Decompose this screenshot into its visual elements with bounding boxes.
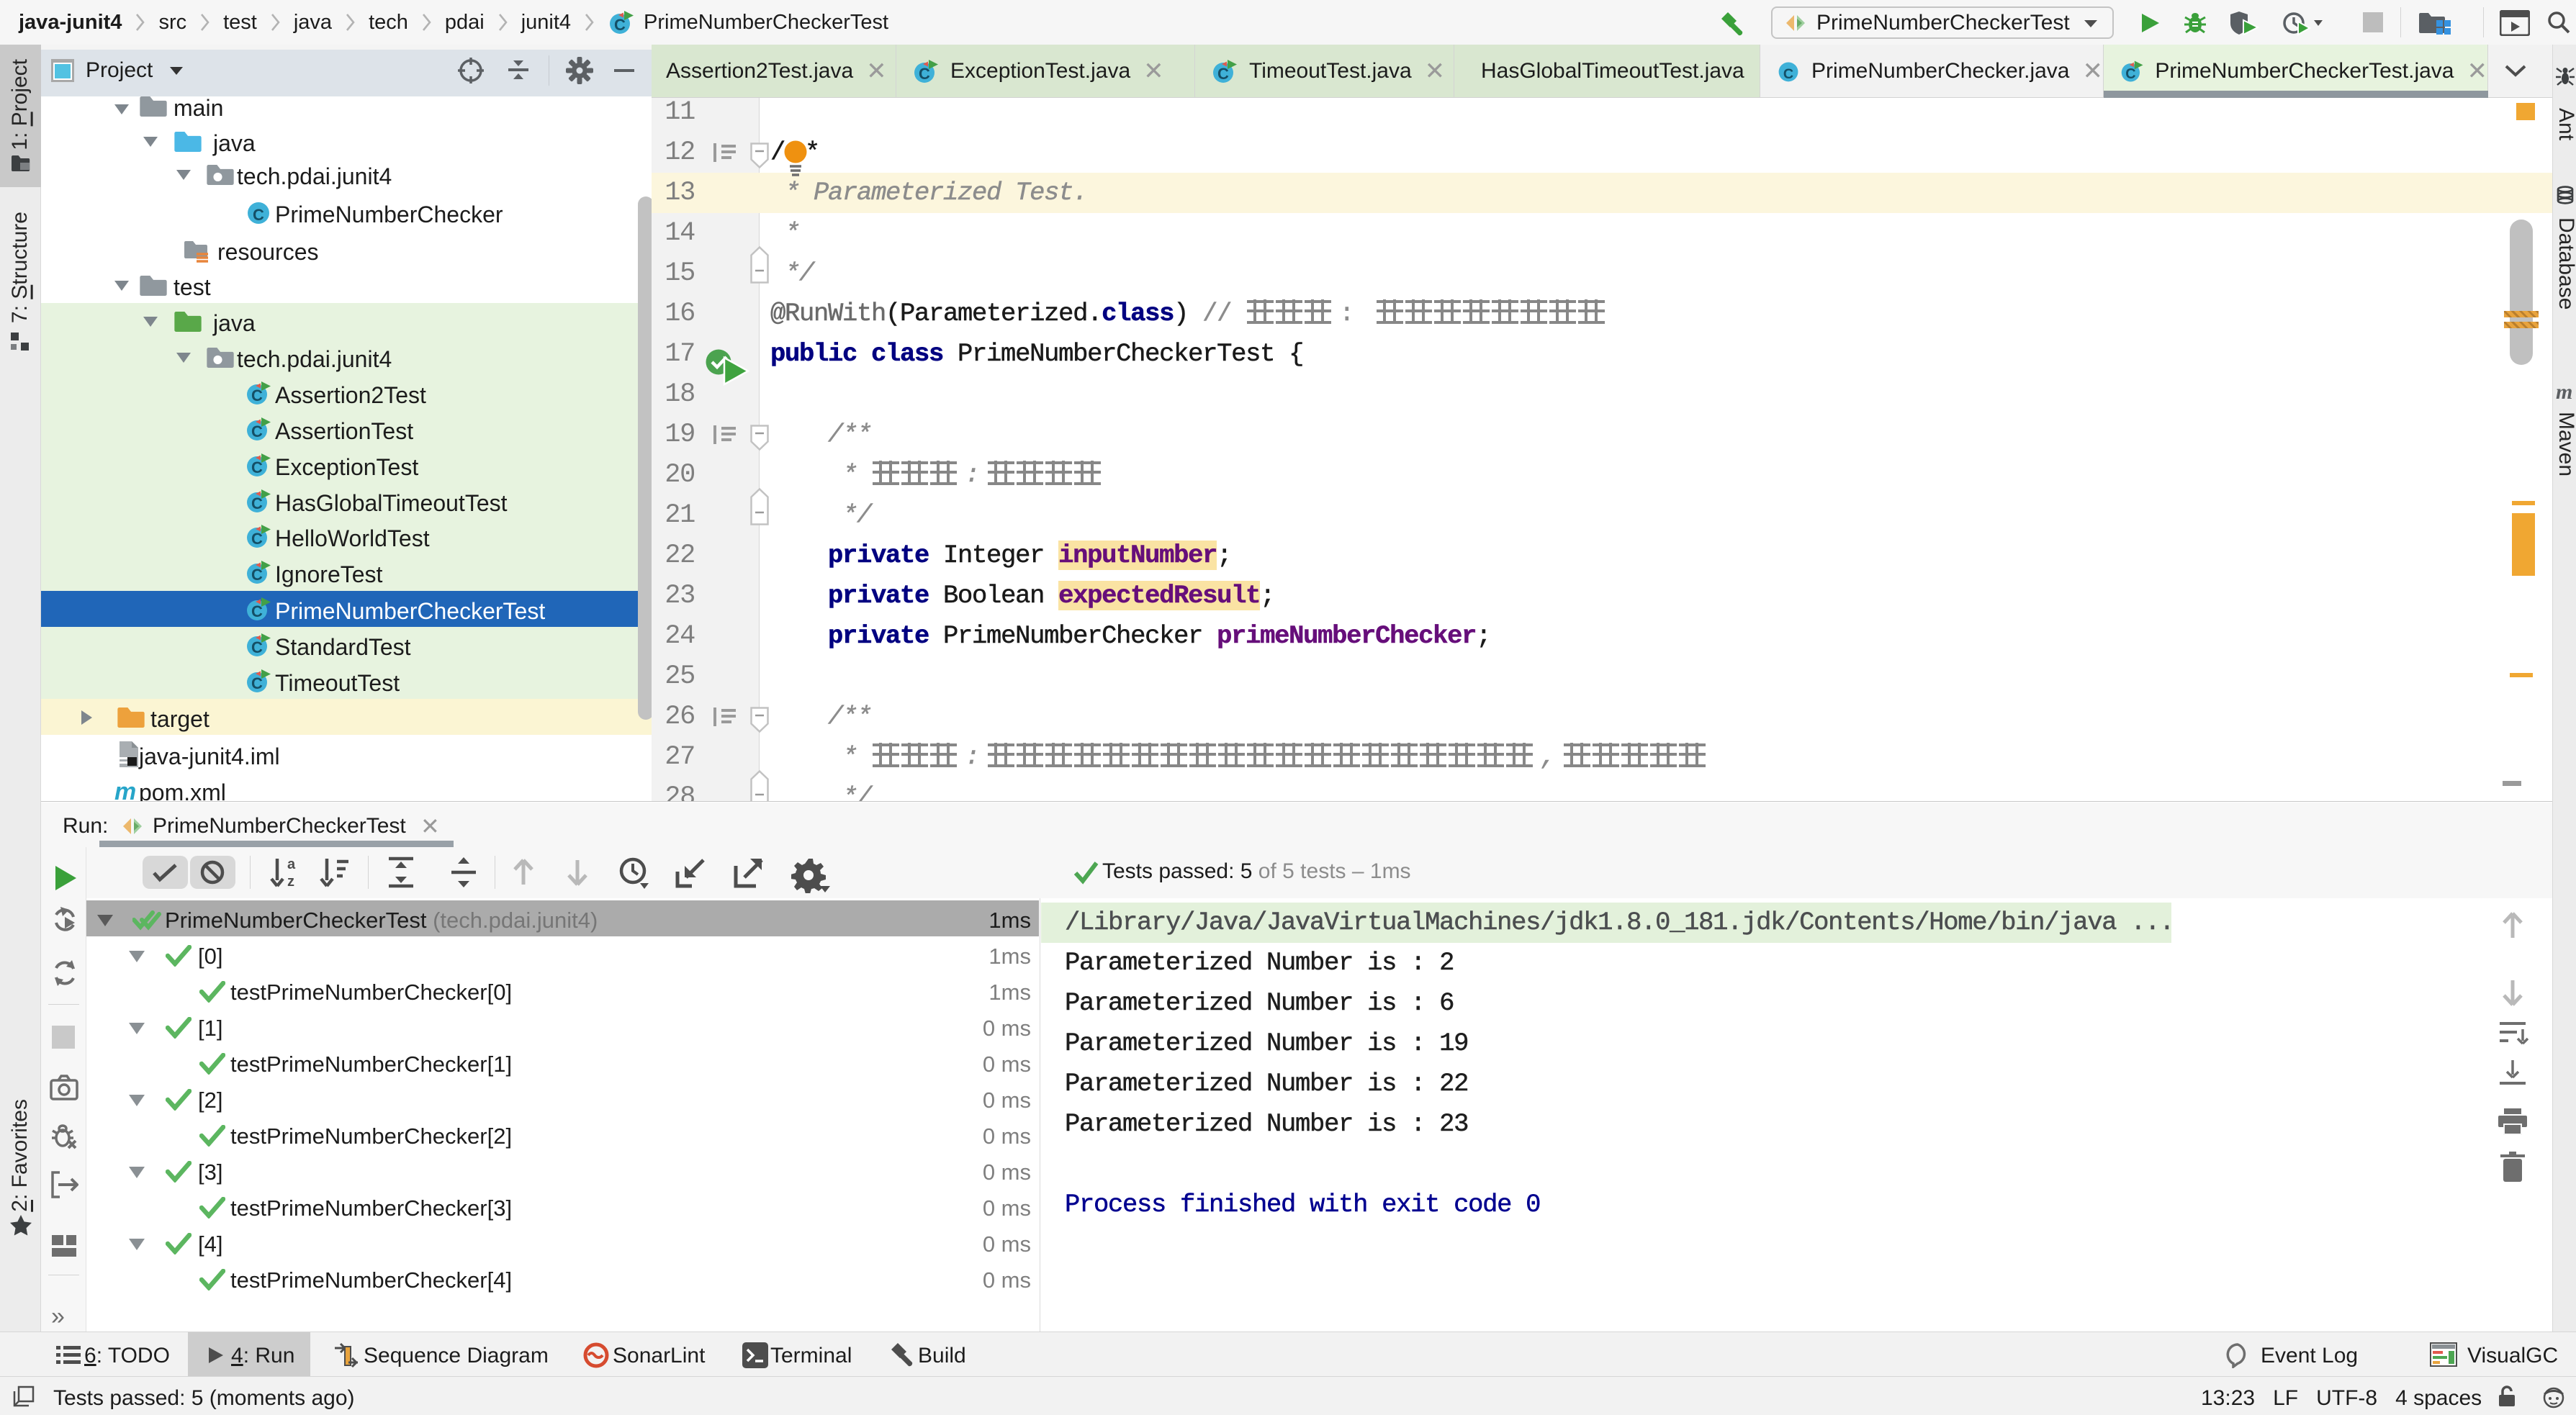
svg-text:z: z <box>287 874 294 889</box>
svg-text:C: C <box>251 494 263 512</box>
svg-text:C: C <box>2125 65 2135 81</box>
svg-text:C: C <box>919 65 930 83</box>
svg-text:C: C <box>614 16 626 34</box>
svg-text:a: a <box>287 856 296 872</box>
svg-text:m: m <box>2556 381 2572 402</box>
svg-text:C: C <box>1783 65 1793 81</box>
svg-text:C: C <box>251 674 263 692</box>
svg-text:C: C <box>251 458 263 476</box>
svg-text:C: C <box>251 638 263 656</box>
svg-text:C: C <box>1217 65 1229 83</box>
svg-text:C: C <box>251 422 263 440</box>
svg-text:C: C <box>251 386 263 404</box>
svg-text:C: C <box>251 566 263 584</box>
svg-text:C: C <box>253 206 264 224</box>
svg-text:C: C <box>251 602 263 620</box>
svg-text:m: m <box>114 778 136 801</box>
svg-text:C: C <box>251 530 263 548</box>
